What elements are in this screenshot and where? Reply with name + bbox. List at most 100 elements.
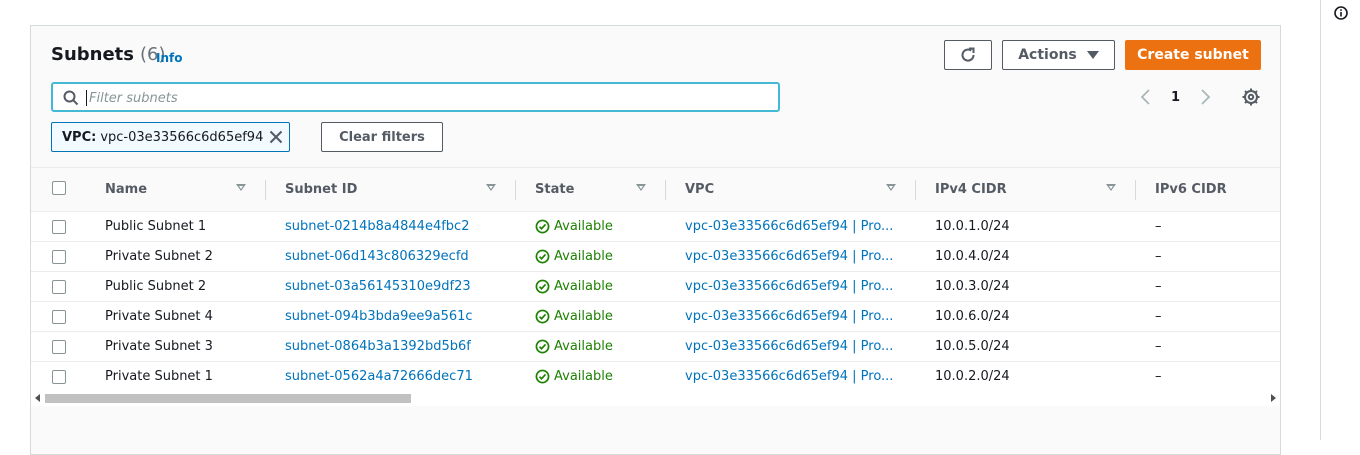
- table-row[interactable]: Private Subnet 3 subnet-0864b3a1392bd5b6…: [31, 332, 1280, 362]
- column-header-ipv4-cidr[interactable]: IPv4 CIDR: [935, 168, 1007, 211]
- vpc-link[interactable]: vpc-03e33566c6d65ef94 | Pro...: [685, 362, 893, 391]
- column-header-subnet-id[interactable]: Subnet ID: [285, 168, 357, 211]
- state-cell: Available: [535, 242, 613, 271]
- column-header-state[interactable]: State: [535, 168, 574, 211]
- check-circle-icon: [535, 279, 550, 294]
- column-header-ipv6-cidr[interactable]: IPv6 CIDR: [1155, 168, 1227, 211]
- column-header-vpc[interactable]: VPC: [685, 168, 714, 211]
- ipv6-cidr: –: [1155, 249, 1162, 264]
- table-header: Name Subnet ID State VPC IPv4 CIDR IPv6 …: [31, 168, 1280, 212]
- check-circle-icon: [535, 219, 550, 234]
- current-page-number[interactable]: 1: [1171, 90, 1180, 105]
- info-circle-icon[interactable]: [1334, 6, 1348, 20]
- scroll-right-arrow-icon[interactable]: [1271, 394, 1276, 402]
- page-title: Subnets (6): [51, 44, 166, 65]
- search-icon: [63, 90, 79, 106]
- table-row[interactable]: Public Subnet 2 subnet-03a56145310e9df23…: [31, 272, 1280, 302]
- check-circle-icon: [535, 249, 550, 264]
- subnet-name: Public Subnet 1: [105, 219, 207, 234]
- sort-ipv4-icon[interactable]: [1106, 184, 1116, 191]
- check-circle-icon: [535, 339, 550, 354]
- next-page-icon[interactable]: [1197, 88, 1213, 106]
- state-cell: Available: [535, 302, 613, 331]
- table-row[interactable]: Private Subnet 1 subnet-0562a4a72666dec7…: [31, 362, 1280, 392]
- subnet-id-link[interactable]: subnet-094b3bda9ee9a561c: [285, 302, 473, 331]
- ipv4-cidr: 10.0.1.0/24: [935, 219, 1010, 234]
- row-checkbox[interactable]: [52, 370, 66, 384]
- ipv4-cidr: 10.0.2.0/24: [935, 369, 1010, 384]
- table-row[interactable]: Private Subnet 4 subnet-094b3bda9ee9a561…: [31, 302, 1280, 332]
- ipv6-cidr: –: [1155, 369, 1162, 384]
- subnet-name: Private Subnet 1: [105, 369, 213, 384]
- subnet-name: Public Subnet 2: [105, 279, 207, 294]
- subnet-id-link[interactable]: subnet-03a56145310e9df23: [285, 272, 471, 301]
- sort-state-icon[interactable]: [636, 184, 646, 191]
- column-divider[interactable]: [915, 180, 916, 200]
- ipv4-cidr: 10.0.6.0/24: [935, 309, 1010, 324]
- row-checkbox[interactable]: [52, 310, 66, 324]
- row-checkbox[interactable]: [52, 340, 66, 354]
- state-cell: Available: [535, 362, 613, 391]
- ipv6-cidr: –: [1155, 309, 1162, 324]
- info-link[interactable]: Info: [156, 51, 182, 65]
- filter-key: VPC:: [62, 129, 97, 145]
- vpc-link[interactable]: vpc-03e33566c6d65ef94 | Pro...: [685, 332, 893, 361]
- create-subnet-button[interactable]: Create subnet: [1125, 40, 1261, 70]
- state-label: Available: [554, 339, 613, 354]
- refresh-button[interactable]: [944, 40, 992, 70]
- select-all-checkbox[interactable]: [52, 181, 66, 195]
- state-cell: Available: [535, 212, 613, 241]
- actions-button[interactable]: Actions: [1002, 40, 1115, 70]
- vpc-link[interactable]: vpc-03e33566c6d65ef94 | Pro...: [685, 272, 893, 301]
- ipv4-cidr: 10.0.5.0/24: [935, 339, 1010, 354]
- clear-filters-button[interactable]: Clear filters: [321, 122, 443, 152]
- gear-icon[interactable]: [1241, 87, 1261, 107]
- scroll-left-arrow-icon[interactable]: [35, 394, 40, 402]
- subnet-id-link[interactable]: subnet-06d143c806329ecfd: [285, 242, 469, 271]
- table-row[interactable]: Private Subnet 2 subnet-06d143c806329ecf…: [31, 242, 1280, 272]
- state-label: Available: [554, 249, 613, 264]
- caret-down-icon: [1086, 51, 1099, 59]
- state-cell: Available: [535, 332, 613, 361]
- state-label: Available: [554, 219, 613, 234]
- subnet-id-link[interactable]: subnet-0562a4a72666dec71: [285, 362, 473, 391]
- state-label: Available: [554, 369, 613, 384]
- subnet-id-link[interactable]: subnet-0214b8a4844e4fbc2: [285, 212, 469, 241]
- row-checkbox[interactable]: [52, 250, 66, 264]
- ipv6-cidr: –: [1155, 339, 1162, 354]
- filter-value: vpc-03e33566c6d65ef94: [100, 129, 264, 145]
- sort-vpc-icon[interactable]: [886, 184, 896, 191]
- close-icon[interactable]: [269, 130, 283, 144]
- column-divider[interactable]: [1135, 180, 1136, 200]
- subnets-table: Name Subnet ID State VPC IPv4 CIDR IPv6 …: [31, 167, 1280, 392]
- subnet-id-link[interactable]: subnet-0864b3a1392bd5b6f: [285, 332, 471, 361]
- help-panel-rail: [1320, 0, 1360, 440]
- sort-name-icon[interactable]: [236, 184, 246, 191]
- search-input[interactable]: [87, 87, 771, 109]
- column-divider[interactable]: [265, 180, 266, 200]
- row-checkbox[interactable]: [52, 280, 66, 294]
- horizontal-scrollbar[interactable]: [31, 391, 1280, 406]
- column-divider[interactable]: [515, 180, 516, 200]
- vpc-link[interactable]: vpc-03e33566c6d65ef94 | Pro...: [685, 242, 893, 271]
- table-row[interactable]: Public Subnet 1 subnet-0214b8a4844e4fbc2…: [31, 212, 1280, 242]
- column-header-name[interactable]: Name: [105, 168, 147, 211]
- subnet-name: Private Subnet 3: [105, 339, 213, 354]
- vpc-filter-token: VPC: vpc-03e33566c6d65ef94: [51, 122, 290, 152]
- scrollbar-thumb[interactable]: [45, 394, 411, 403]
- column-divider[interactable]: [665, 180, 666, 200]
- sort-subnet-id-icon[interactable]: [486, 184, 496, 191]
- row-checkbox[interactable]: [52, 220, 66, 234]
- subnet-name: Private Subnet 4: [105, 309, 213, 324]
- ipv4-cidr: 10.0.4.0/24: [935, 249, 1010, 264]
- ipv6-cidr: –: [1155, 219, 1162, 234]
- ipv4-cidr: 10.0.3.0/24: [935, 279, 1010, 294]
- vpc-link[interactable]: vpc-03e33566c6d65ef94 | Pro...: [685, 212, 893, 241]
- ipv6-cidr: –: [1155, 279, 1162, 294]
- state-label: Available: [554, 309, 613, 324]
- subnet-name: Private Subnet 2: [105, 249, 213, 264]
- state-cell: Available: [535, 272, 613, 301]
- filter-search-box[interactable]: [51, 82, 780, 112]
- vpc-link[interactable]: vpc-03e33566c6d65ef94 | Pro...: [685, 302, 893, 331]
- previous-page-icon[interactable]: [1138, 88, 1154, 106]
